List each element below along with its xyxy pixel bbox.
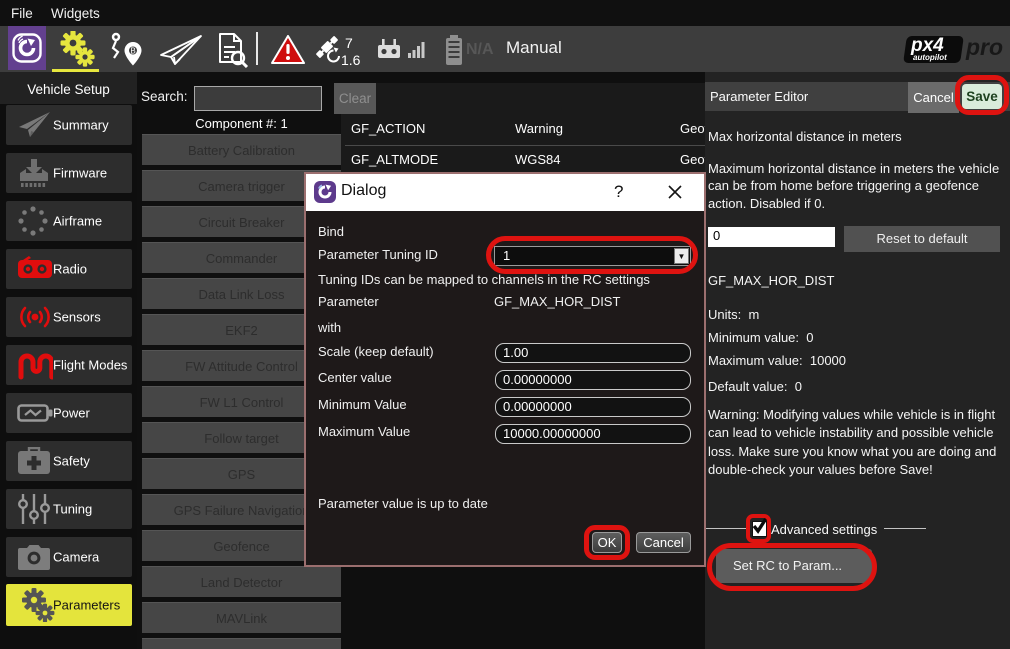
svg-text:B: B [130, 47, 135, 56]
